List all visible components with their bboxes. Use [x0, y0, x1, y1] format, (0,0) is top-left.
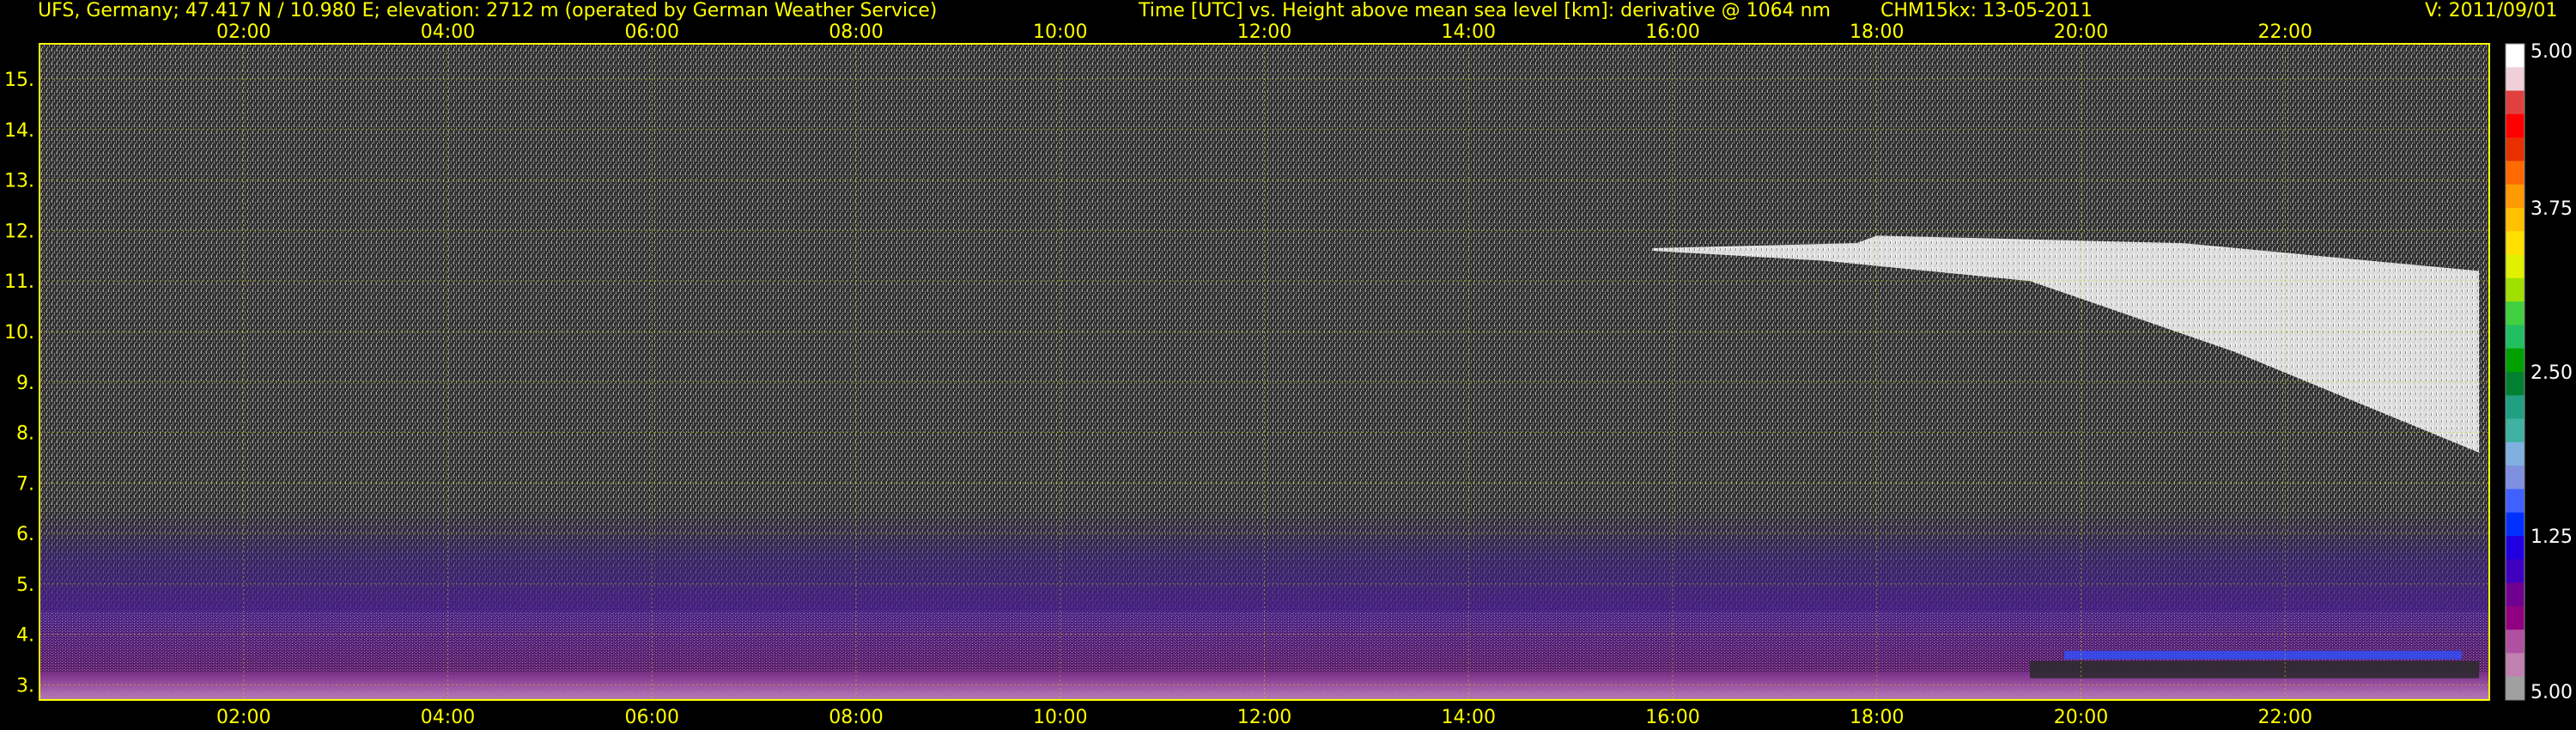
colorbar: 5.00 3.75 2.50 1.25 5.00 [2505, 41, 2573, 703]
colorbar-segment [2506, 161, 2524, 186]
colorbar-segment [2506, 465, 2524, 490]
y-tick-label: 8. [16, 423, 34, 445]
colorbar-segment [2506, 184, 2524, 209]
colorbar-segment [2506, 605, 2524, 630]
y-tick-label: 5. [16, 575, 34, 596]
y-tick-label: 7. [16, 473, 34, 495]
x-tick-label-bottom: 06:00 [625, 707, 679, 728]
x-tick-label-bottom: 04:00 [421, 707, 475, 728]
colorbar-segment [2506, 489, 2524, 514]
colorbar-segment [2506, 372, 2524, 396]
y-tick-label: 6. [16, 524, 34, 545]
colorbar-segment [2506, 559, 2524, 584]
colorbar-segment [2506, 113, 2524, 138]
colorbar-segment [2506, 418, 2524, 443]
colorbar-tick-label: 5.00 [2530, 682, 2573, 703]
low-cloud-edge [2064, 650, 2463, 660]
y-tick-label: 11. [4, 271, 34, 293]
colorbar-segment [2506, 325, 2524, 350]
x-axis-top: 02:00 04:00 06:00 08:00 10:00 12:00 14:00 16:00… [216, 21, 2312, 43]
x-tick-label-top: 16:00 [1645, 21, 1699, 43]
colorbar-tick-label: 2.50 [2530, 362, 2573, 384]
y-tick-label: 13. [4, 171, 34, 192]
x-axis-bottom: 02:00 04:00 06:00 08:00 10:00 12:00 14:00 16:00… [216, 707, 2312, 728]
x-tick-label-top: 22:00 [2258, 21, 2312, 43]
colorbar-segment [2506, 208, 2524, 232]
colorbar-tick-label: 1.25 [2530, 526, 2573, 548]
x-tick-label-bottom: 20:00 [2054, 707, 2108, 728]
x-tick-label-top: 20:00 [2054, 21, 2108, 43]
x-tick-label-bottom: 08:00 [829, 707, 883, 728]
x-tick-label-top: 12:00 [1237, 21, 1291, 43]
colorbar-tick-label: 5.00 [2530, 41, 2573, 63]
colorbar-segment [2506, 512, 2524, 537]
y-axis: 3. 4. 5. 6. 7. 8. 9. 10. 11. 12. 13. 14. 15. [4, 70, 34, 697]
colorbar-segment [2506, 90, 2524, 115]
colorbar-segment [2506, 536, 2524, 560]
colorbar-segment [2506, 582, 2524, 607]
x-tick-label-bottom: 22:00 [2258, 707, 2312, 728]
x-tick-label-bottom: 14:00 [1442, 707, 1496, 728]
x-tick-label-top: 02:00 [216, 21, 270, 43]
y-tick-label: 15. [4, 70, 34, 91]
colorbar-segment [2506, 348, 2524, 373]
y-tick-label: 4. [16, 625, 34, 647]
x-tick-label-top: 14:00 [1442, 21, 1496, 43]
colorbar-segment [2506, 301, 2524, 325]
y-tick-label: 3. [16, 675, 34, 697]
colorbar-segment [2506, 653, 2524, 678]
colorbar-segment [2506, 630, 2524, 654]
y-tick-label: 10. [4, 322, 34, 344]
x-tick-label-top: 18:00 [1850, 21, 1904, 43]
colorbar-tick-label: 3.75 [2530, 198, 2573, 220]
low-cloud [2030, 660, 2480, 678]
y-tick-label: 12. [4, 221, 34, 242]
colorbar-segment [2506, 231, 2524, 256]
lidar-chart: 02:00 04:00 06:00 08:00 10:00 12:00 14:00 16:00… [4, 21, 2573, 728]
colorbar-segment [2506, 254, 2524, 279]
x-tick-label-bottom: 02:00 [216, 707, 270, 728]
x-tick-label-bottom: 16:00 [1645, 707, 1699, 728]
colorbar-segment [2506, 277, 2524, 302]
colorbar-segment [2506, 137, 2524, 161]
colorbar-segment [2506, 44, 2524, 68]
colorbar-segment [2506, 441, 2524, 466]
x-tick-label-top: 10:00 [1033, 21, 1087, 43]
colorbar-segment [2506, 67, 2524, 92]
y-tick-label: 9. [16, 373, 34, 394]
colorbar-segment [2506, 676, 2524, 701]
x-tick-label-top: 04:00 [421, 21, 475, 43]
x-tick-label-bottom: 12:00 [1237, 707, 1291, 728]
colorbar-segment [2506, 395, 2524, 420]
x-tick-label-bottom: 10:00 [1033, 707, 1087, 728]
y-tick-label: 14. [4, 120, 34, 142]
x-tick-label-top: 08:00 [829, 21, 883, 43]
x-tick-label-bottom: 18:00 [1850, 707, 1904, 728]
x-tick-label-top: 06:00 [625, 21, 679, 43]
